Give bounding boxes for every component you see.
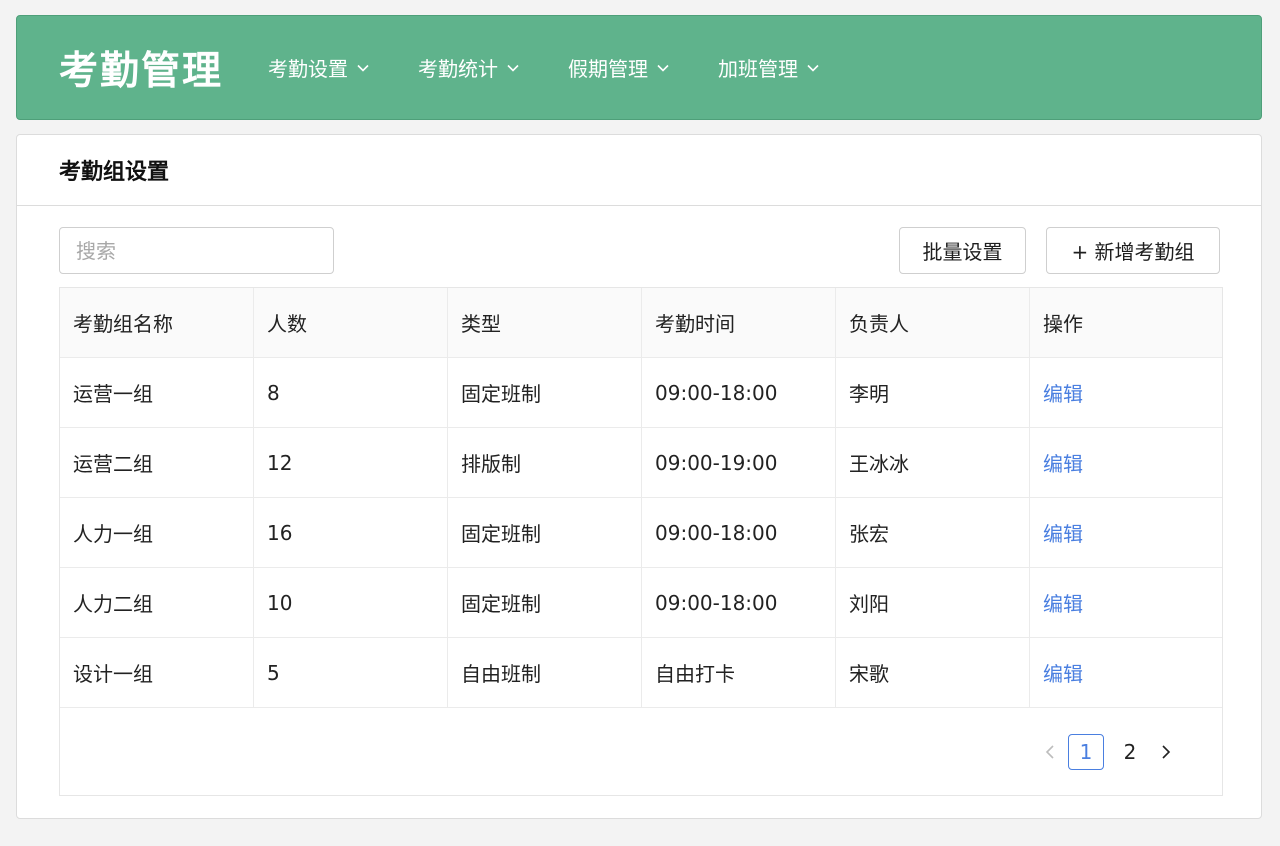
page-2-button[interactable]: 2	[1112, 734, 1148, 770]
search-input[interactable]	[59, 227, 334, 274]
prev-page-button[interactable]	[1036, 734, 1064, 770]
edit-link[interactable]: 编辑	[1043, 518, 1083, 547]
column-header-type: 类型	[448, 288, 642, 357]
cell-action: 编辑	[1030, 358, 1222, 427]
panel-header: 考勤组设置	[17, 135, 1261, 206]
nav-item-leave-management[interactable]: 假期管理	[568, 53, 670, 82]
cell-time: 09:00-19:00	[642, 428, 836, 497]
cell-count: 10	[254, 568, 448, 637]
cell-owner: 刘阳	[836, 568, 1030, 637]
chevron-right-icon	[1162, 745, 1171, 759]
table-row: 人力二组 10 固定班制 09:00-18:00 刘阳 编辑	[60, 568, 1222, 638]
cell-name: 设计一组	[60, 638, 254, 707]
cell-count: 8	[254, 358, 448, 427]
edit-link[interactable]: 编辑	[1043, 588, 1083, 617]
chevron-down-icon	[507, 64, 519, 72]
cell-action: 编辑	[1030, 638, 1222, 707]
add-attendance-group-button[interactable]: + 新增考勤组	[1046, 227, 1220, 274]
table-row: 设计一组 5 自由班制 自由打卡 宋歌 编辑	[60, 638, 1222, 708]
page-1-button[interactable]: 1	[1068, 734, 1104, 770]
cell-count: 5	[254, 638, 448, 707]
cell-type: 自由班制	[448, 638, 642, 707]
cell-name: 人力一组	[60, 498, 254, 567]
cell-time: 自由打卡	[642, 638, 836, 707]
nav-item-label: 假期管理	[568, 57, 649, 81]
cell-time: 09:00-18:00	[642, 568, 836, 637]
edit-link[interactable]: 编辑	[1043, 658, 1083, 687]
nav-item-label: 加班管理	[718, 57, 799, 81]
chevron-left-icon	[1045, 745, 1054, 759]
column-header-owner: 负责人	[836, 288, 1030, 357]
cell-name: 运营一组	[60, 358, 254, 427]
column-header-time: 考勤时间	[642, 288, 836, 357]
cell-owner: 张宏	[836, 498, 1030, 567]
nav-item-label: 考勤设置	[268, 57, 349, 81]
app-header: 考勤管理 考勤设置 考勤统计 假期管理 加班管理	[16, 15, 1262, 120]
cell-count: 16	[254, 498, 448, 567]
table-row: 运营二组 12 排版制 09:00-19:00 王冰冰 编辑	[60, 428, 1222, 498]
cell-owner: 王冰冰	[836, 428, 1030, 497]
table-row: 运营一组 8 固定班制 09:00-18:00 李明 编辑	[60, 358, 1222, 428]
table-row: 人力一组 16 固定班制 09:00-18:00 张宏 编辑	[60, 498, 1222, 568]
cell-name: 运营二组	[60, 428, 254, 497]
cell-action: 编辑	[1030, 498, 1222, 567]
table-header-row: 考勤组名称 人数 类型 考勤时间 负责人 操作	[60, 288, 1222, 358]
cell-name: 人力二组	[60, 568, 254, 637]
cell-owner: 宋歌	[836, 638, 1030, 707]
batch-settings-button[interactable]: 批量设置	[899, 227, 1026, 274]
top-nav: 考勤设置 考勤统计 假期管理 加班管理	[268, 53, 868, 82]
column-header-count: 人数	[254, 288, 448, 357]
edit-link[interactable]: 编辑	[1043, 378, 1083, 407]
nav-item-overtime-management[interactable]: 加班管理	[718, 53, 820, 82]
chevron-down-icon	[357, 64, 369, 72]
next-page-button[interactable]	[1152, 734, 1180, 770]
cell-action: 编辑	[1030, 428, 1222, 497]
cell-action: 编辑	[1030, 568, 1222, 637]
pagination: 1 2	[1036, 734, 1180, 770]
toolbar: 批量设置 + 新增考勤组	[59, 227, 1221, 274]
cell-type: 固定班制	[448, 568, 642, 637]
cell-owner: 李明	[836, 358, 1030, 427]
attendance-group-table: 考勤组名称 人数 类型 考勤时间 负责人 操作 运营一组 8 固定班制 09:0…	[59, 287, 1223, 796]
chevron-down-icon	[807, 64, 819, 72]
chevron-down-icon	[657, 64, 669, 72]
cell-time: 09:00-18:00	[642, 358, 836, 427]
app-title: 考勤管理	[59, 48, 224, 94]
nav-item-label: 考勤统计	[418, 57, 499, 81]
nav-item-attendance-stats[interactable]: 考勤统计	[418, 53, 520, 82]
edit-link[interactable]: 编辑	[1043, 448, 1083, 477]
cell-type: 排版制	[448, 428, 642, 497]
cell-count: 12	[254, 428, 448, 497]
cell-time: 09:00-18:00	[642, 498, 836, 567]
cell-type: 固定班制	[448, 498, 642, 567]
cell-type: 固定班制	[448, 358, 642, 427]
page-title: 考勤组设置	[59, 160, 170, 185]
nav-item-attendance-settings[interactable]: 考勤设置	[268, 53, 370, 82]
attendance-group-panel: 考勤组设置 批量设置 + 新增考勤组 考勤组名称 人数 类型 考勤时间 负责人 …	[16, 134, 1262, 819]
column-header-name: 考勤组名称	[60, 288, 254, 357]
column-header-action: 操作	[1043, 312, 1083, 336]
